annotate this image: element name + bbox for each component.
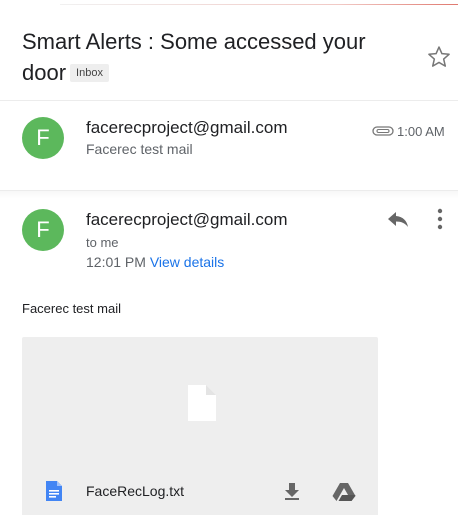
avatar: F [22, 117, 64, 159]
star-icon[interactable] [426, 44, 452, 70]
divider [0, 100, 458, 101]
section-shade [0, 191, 458, 199]
message-time-line: 12:01 PM View details [86, 254, 224, 270]
attachment-bar: FaceRecLog.txt [22, 465, 378, 515]
drive-icon[interactable] [332, 482, 356, 502]
download-icon[interactable] [282, 481, 302, 501]
file-icon [188, 385, 216, 421]
paperclip-icon [372, 126, 394, 136]
message-time: 12:01 PM [86, 254, 146, 270]
inbox-label-chip[interactable]: Inbox [70, 64, 109, 82]
top-accent-bar [0, 0, 458, 6]
sender-email: facerecproject@gmail.com [86, 210, 288, 229]
email-subject: Smart Alerts : Some accessed your door In… [22, 26, 382, 88]
message-body: Facerec test mail [22, 301, 121, 316]
attachment-filename: FaceRecLog.txt [86, 483, 185, 499]
reply-icon[interactable] [386, 209, 410, 229]
view-details-link[interactable]: View details [150, 254, 224, 270]
sender-email: facerecproject@gmail.com [86, 118, 288, 137]
attachment-card[interactable]: FaceRecLog.txt [22, 337, 378, 515]
recipient-line: to me [86, 235, 119, 250]
more-vert-icon[interactable] [436, 207, 444, 231]
message-time: 1:00 AM [397, 124, 445, 139]
message-snippet: Facerec test mail [86, 141, 193, 157]
doc-icon [46, 481, 62, 501]
avatar: F [22, 209, 64, 251]
